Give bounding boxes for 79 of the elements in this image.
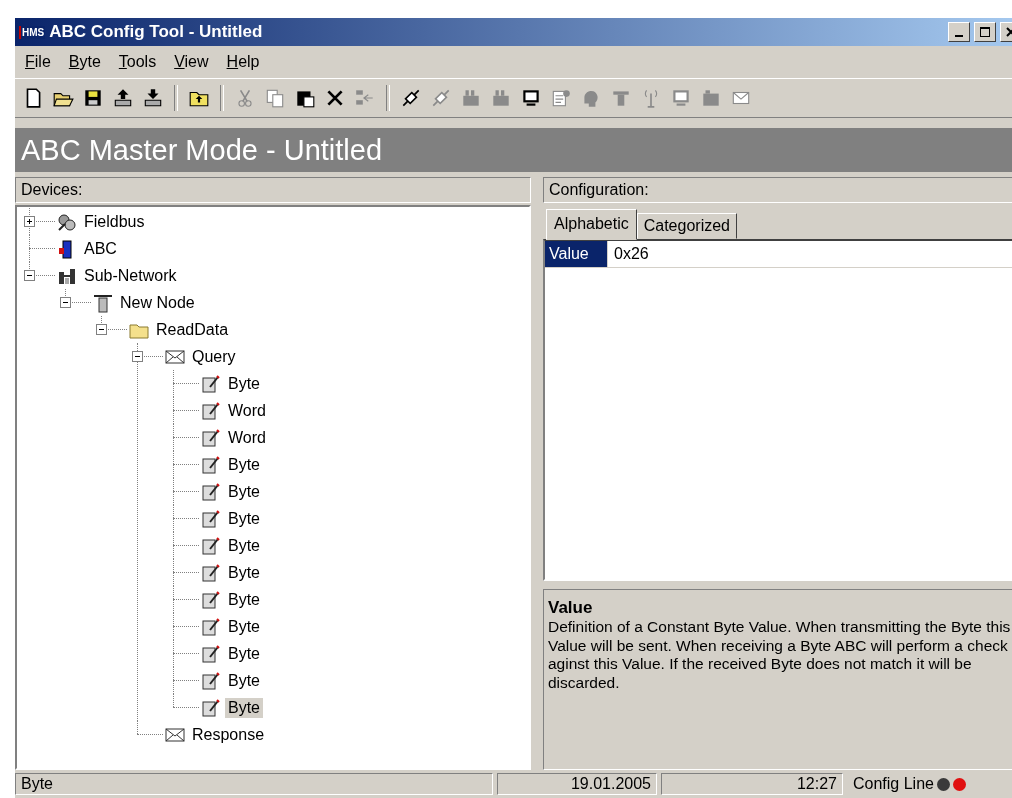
description-text: Definition of a Constant Byte Value. When transmitting the Byte this Value will be sent. When receiving a Byte ABC will perform a check aginst this Value. If the received Byte does not match it will be discarded. <box>548 618 1012 693</box>
tree-item[interactable]: ReadData <box>153 319 232 340</box>
app-logo: HMS <box>19 25 46 39</box>
copy-icon <box>264 87 286 109</box>
status-text: Byte <box>15 773 493 795</box>
pencil-document-icon <box>201 400 221 421</box>
menu-item[interactable]: Help <box>218 50 268 74</box>
tree-item[interactable]: Byte <box>225 670 263 691</box>
pencil-document-icon <box>201 427 221 448</box>
plug-icon <box>430 87 452 109</box>
status-date: 19.01.2005 <box>497 773 657 795</box>
module-icon <box>490 87 512 109</box>
tree-item[interactable]: Byte <box>225 508 263 529</box>
monitor-icon <box>670 87 692 109</box>
pencil-document-icon <box>201 643 221 664</box>
maximize-icon <box>979 26 991 38</box>
pencil-document-icon <box>201 589 221 610</box>
menu-item[interactable]: Tools <box>110 50 165 74</box>
tree-item[interactable]: Fieldbus <box>81 211 148 232</box>
collapse-button[interactable] <box>132 351 143 362</box>
floppy-icon <box>82 87 104 109</box>
window-title: ABC Config Tool - Untitled <box>49 22 264 42</box>
minimize-button[interactable] <box>948 22 970 42</box>
menu-item[interactable]: View <box>166 50 217 74</box>
tray-down-icon <box>142 87 164 109</box>
pencil-document-icon <box>201 670 221 691</box>
tree-item[interactable]: Word <box>225 427 269 448</box>
tree-item[interactable]: Byte <box>225 535 263 556</box>
collapse-button[interactable] <box>24 270 35 281</box>
maximize-button[interactable] <box>974 22 996 42</box>
minus-icon <box>99 327 104 332</box>
tree-item[interactable]: Sub-Network <box>81 265 180 286</box>
tree-item[interactable]: Query <box>189 346 239 367</box>
tree-item[interactable]: Byte <box>225 373 263 394</box>
tree-item[interactable]: New Node <box>117 292 198 313</box>
tray-up-icon <box>112 87 134 109</box>
description-title: Value <box>548 598 594 618</box>
monitor-icon <box>520 87 542 109</box>
minus-icon <box>27 273 32 278</box>
expand-button[interactable] <box>24 216 35 227</box>
pencil-document-icon <box>201 373 221 394</box>
property-value[interactable]: 0x26 <box>608 241 1012 267</box>
collapse-button[interactable] <box>60 297 71 308</box>
tab[interactable]: Alphabetic <box>546 209 637 240</box>
pencil-document-icon <box>201 616 221 637</box>
panel-header: Devices: <box>15 177 531 203</box>
tree-item[interactable]: Byte <box>225 643 263 664</box>
pencil-document-icon <box>201 508 221 529</box>
pencil-document-icon <box>201 481 221 502</box>
tab[interactable]: Categorized <box>636 213 737 239</box>
properties-icon <box>550 87 572 109</box>
tree-item[interactable]: ABC <box>81 238 120 259</box>
menu-item[interactable]: Byte <box>60 50 109 74</box>
tree-item[interactable]: Byte <box>225 454 263 475</box>
tree-item[interactable]: Byte <box>225 589 263 610</box>
tree-item[interactable]: Byte <box>225 616 263 637</box>
status-time: 12:27 <box>661 773 843 795</box>
tree-item[interactable]: Word <box>225 400 269 421</box>
mode-heading: ABC Master Mode - Untitled <box>15 128 1012 172</box>
tree-item[interactable]: Byte <box>225 562 263 583</box>
pencil-document-icon <box>201 562 221 583</box>
tree-item[interactable]: Byte <box>225 481 263 502</box>
property-name[interactable]: Value <box>545 241 608 267</box>
pencil-document-icon <box>201 697 221 718</box>
minus-icon <box>63 300 68 305</box>
status-text: Config Line <box>853 775 934 793</box>
minimize-icon <box>955 35 963 37</box>
tree-item[interactable]: Response <box>189 724 268 745</box>
collapse-button[interactable] <box>96 324 107 335</box>
menu-item[interactable]: File <box>17 50 59 74</box>
pencil-document-icon <box>201 535 221 556</box>
plug-icon <box>400 87 422 109</box>
minus-icon <box>135 354 140 359</box>
panel-header: Configuration: <box>543 177 1012 203</box>
tree-item[interactable]: Byte <box>225 697 263 718</box>
module-icon <box>460 87 482 109</box>
block-icon <box>700 87 722 109</box>
pencil-document-icon <box>201 454 221 475</box>
plus-icon <box>27 219 32 224</box>
